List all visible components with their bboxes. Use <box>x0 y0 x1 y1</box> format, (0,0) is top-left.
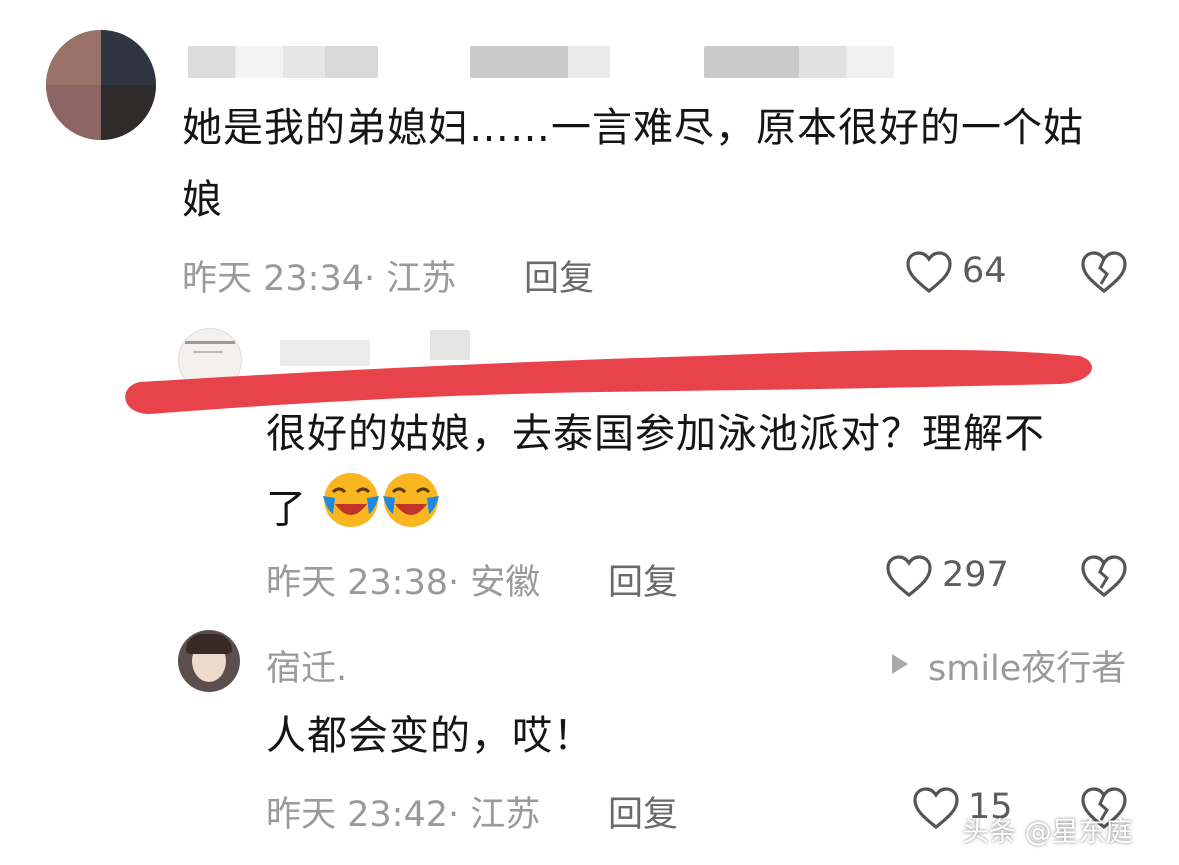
crying-laughing-emoji <box>381 470 441 553</box>
crying-laughing-emoji <box>321 470 381 553</box>
comment-line: 很好的姑娘，去泰国参加泳池派对？理解不 <box>266 411 1045 457</box>
dislike-heart-icon[interactable] <box>1080 554 1128 598</box>
heart-icon[interactable] <box>885 554 933 598</box>
like-count: 297 <box>942 555 1009 595</box>
comment-time-location: 昨天 23:42· 江苏 <box>266 795 541 835</box>
comment-line-text: 了 <box>266 486 307 533</box>
watermark: 头条 @星东庭 <box>962 817 1133 848</box>
comment-text: 人都会变的，哎！ <box>266 713 594 759</box>
comment-time-location: 昨天 23:38· 安徽 <box>266 563 541 603</box>
user-avatar[interactable] <box>178 630 240 692</box>
reply-to-username[interactable]: smile夜行者 <box>928 640 1126 691</box>
reply-button[interactable]: 回复 <box>608 786 678 837</box>
comment-line: 了 <box>266 470 1146 553</box>
heart-icon[interactable] <box>912 786 960 830</box>
comment-text: 很好的姑娘，去泰国参加泳池派对？理解不 了 <box>266 398 1146 553</box>
username[interactable]: 宿迁. <box>266 640 347 691</box>
reply-button[interactable]: 回复 <box>608 554 678 605</box>
reply-arrow-icon <box>890 652 910 680</box>
